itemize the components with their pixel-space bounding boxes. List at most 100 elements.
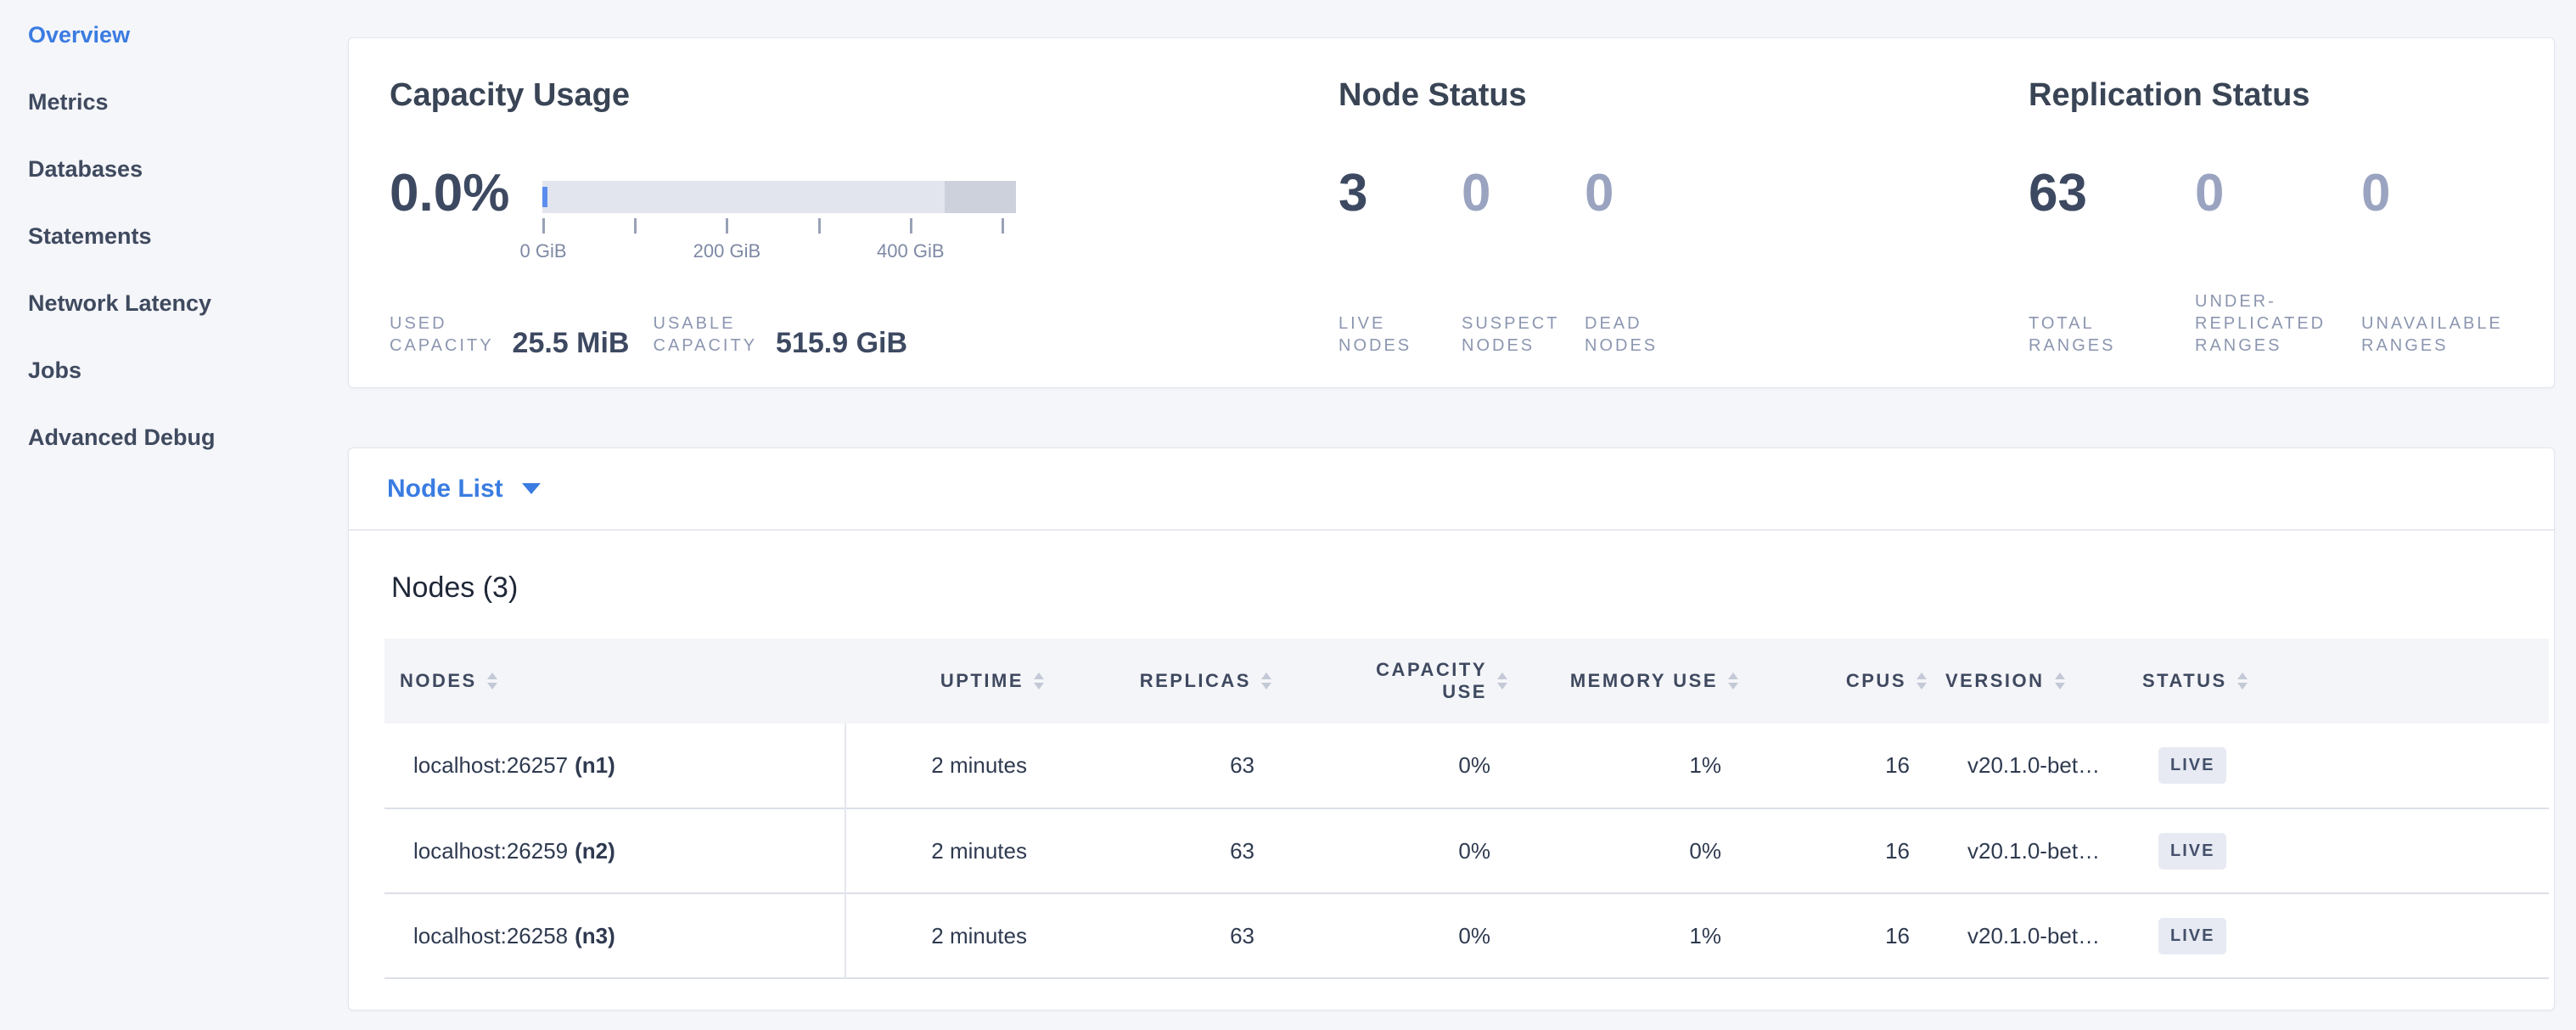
node-address: localhost:26257 <box>413 752 568 778</box>
cell-capacity_use: 0% <box>1275 723 1511 808</box>
stat-value: 0 <box>1585 167 1708 220</box>
capacity-bar-chart: 0 GiB200 GiB400 GiB <box>542 181 1016 269</box>
column-header-label: REPLICAS <box>1140 670 1251 692</box>
stat-label: DEAD NODES <box>1585 312 1708 357</box>
stat-value: 3 <box>1339 167 1462 220</box>
cell-version: v20.1.0-bet… <box>1930 808 2127 893</box>
column-header-cpus[interactable]: CPUS <box>1742 639 1930 723</box>
capacity-bar-used-marker <box>542 187 547 207</box>
status-badge: LIVE <box>2158 747 2226 784</box>
replication-status-section: Replication Status 63 TOTAL RANGES 0 UNDER-… <box>2029 77 2528 357</box>
stat-column: 3 LIVE NODES <box>1339 167 1462 357</box>
status-badge: LIVE <box>2158 918 2226 954</box>
capacity-stat-value: 515.9 GiB <box>776 329 907 357</box>
cell-memory_use: 1% <box>1511 723 1742 808</box>
capacity-axis: 0 GiB200 GiB400 GiB <box>542 218 1016 269</box>
column-header-replicas[interactable]: REPLICAS <box>1047 639 1275 723</box>
column-header-status[interactable]: STATUS <box>2127 639 2549 723</box>
capacity-stat-label: USABLE CAPACITY <box>654 312 758 357</box>
capacity-percent: 0.0% <box>390 167 519 220</box>
cell-uptime: 2 minutes <box>845 723 1047 808</box>
stat-column: 0 DEAD NODES <box>1585 167 1708 357</box>
column-header-label: CPUS <box>1846 670 1906 692</box>
column-header-nodes[interactable]: NODES <box>384 639 845 723</box>
stat-label: UNDER- REPLICATED RANGES <box>2195 290 2361 357</box>
sidebar-item-network-latency[interactable]: Network Latency <box>28 270 308 337</box>
stat-column: 0UNAVAILABLE RANGES <box>2361 167 2528 357</box>
capacity-stat-value: 25.5 MiB <box>513 329 630 357</box>
main-content: Capacity Usage 0.0% 0 GiB200 GiB400 GiB … <box>348 37 2555 1010</box>
column-header-memory-use[interactable]: MEMORY USE <box>1511 639 1742 723</box>
sidebar-item-statements[interactable]: Statements <box>28 203 308 270</box>
axis-tick-label: 400 GiB <box>877 240 945 262</box>
cell-cpus: 16 <box>1742 808 1930 893</box>
axis-tick <box>542 218 545 234</box>
capacity-bar-reserved-segment <box>945 181 1016 213</box>
cell-replicas: 63 <box>1047 808 1275 893</box>
stat-label: UNAVAILABLE RANGES <box>2361 312 2528 357</box>
chevron-down-icon <box>522 483 541 494</box>
sort-icon <box>1261 673 1271 689</box>
node-list-selector-label: Node List <box>387 475 503 504</box>
cell-capacity_use: 0% <box>1275 893 1511 978</box>
node-id: (n1) <box>575 752 615 778</box>
node-status-section: Node Status 3 LIVE NODES 0 SUSPECT NODES 0 DE… <box>1339 77 2029 357</box>
column-header-label: VERSION <box>1945 670 2045 692</box>
node-address: localhost:26259 <box>413 838 568 864</box>
status-badge: LIVE <box>2158 833 2226 870</box>
cell-replicas: 63 <box>1047 893 1275 978</box>
nodes-heading: Nodes (3) <box>391 571 2547 605</box>
sort-icon <box>487 673 497 689</box>
sort-icon <box>2055 673 2065 689</box>
stat-value: 0 <box>2195 167 2361 220</box>
column-header-label: CAPACITY USE <box>1376 659 1487 703</box>
stat-label: SUSPECT NODES <box>1462 312 1585 357</box>
stat-value: 0 <box>1462 167 1585 220</box>
table-row[interactable]: localhost:26258(n3)2 minutes630%1%16v20.… <box>384 893 2549 978</box>
capacity-bar-usable-segment <box>542 181 945 213</box>
stat-column: 0 UNDER- REPLICATED RANGES <box>2195 167 2361 357</box>
sort-icon <box>1917 673 1927 689</box>
sidebar-item-metrics[interactable]: Metrics <box>28 69 308 136</box>
capacity-stat-label: USED CAPACITY <box>390 312 494 357</box>
cell-memory_use: 0% <box>1511 808 1742 893</box>
capacity-usage-title: Capacity Usage <box>390 77 1339 113</box>
stat-label: LIVE NODES <box>1339 312 1462 357</box>
column-header-label: NODES <box>400 670 477 692</box>
column-header-version[interactable]: VERSION <box>1930 639 2127 723</box>
cluster-summary-card: Capacity Usage 0.0% 0 GiB200 GiB400 GiB … <box>348 37 2555 388</box>
sidebar-item-overview[interactable]: Overview <box>28 2 308 69</box>
sidebar-item-advanced-debug[interactable]: Advanced Debug <box>28 404 308 471</box>
table-row[interactable]: localhost:26259(n2)2 minutes630%0%16v20.… <box>384 808 2549 893</box>
cell-capacity_use: 0% <box>1275 808 1511 893</box>
column-header-label: MEMORY USE <box>1570 670 1718 692</box>
capacity-stats: USED CAPACITY 25.5 MiB USABLE CAPACITY 515.… <box>390 312 1339 357</box>
replication-status-title: Replication Status <box>2029 77 2528 113</box>
cell-replicas: 63 <box>1047 723 1275 808</box>
capacity-stat: USED CAPACITY 25.5 MiB <box>390 312 630 357</box>
stat-label: TOTAL RANGES <box>2029 312 2195 357</box>
node-id: (n2) <box>575 838 615 864</box>
sort-icon <box>1728 673 1738 689</box>
node-id: (n3) <box>575 923 615 948</box>
axis-tick <box>910 218 912 234</box>
sort-icon <box>1497 673 1507 689</box>
column-header-capacity-use[interactable]: CAPACITY USE <box>1275 639 1511 723</box>
sidebar-item-databases[interactable]: Databases <box>28 136 308 203</box>
capacity-bar <box>542 181 1016 213</box>
node-list-selector[interactable]: Node List <box>349 448 2554 531</box>
node-status-title: Node Status <box>1339 77 2029 113</box>
capacity-usage-section: Capacity Usage 0.0% 0 GiB200 GiB400 GiB … <box>390 77 1339 357</box>
cell-memory_use: 1% <box>1511 893 1742 978</box>
table-row[interactable]: localhost:26257(n1)2 minutes630%1%16v20.… <box>384 723 2549 808</box>
stat-value: 63 <box>2029 167 2195 220</box>
axis-tick <box>818 218 821 234</box>
cell-uptime: 2 minutes <box>845 893 1047 978</box>
stat-column: 0 SUSPECT NODES <box>1462 167 1585 357</box>
axis-tick <box>1002 218 1004 234</box>
cell-cpus: 16 <box>1742 893 1930 978</box>
column-header-uptime[interactable]: UPTIME <box>845 639 1047 723</box>
axis-tick <box>726 218 728 234</box>
axis-tick-label: 200 GiB <box>693 240 761 262</box>
sidebar-item-jobs[interactable]: Jobs <box>28 337 308 404</box>
